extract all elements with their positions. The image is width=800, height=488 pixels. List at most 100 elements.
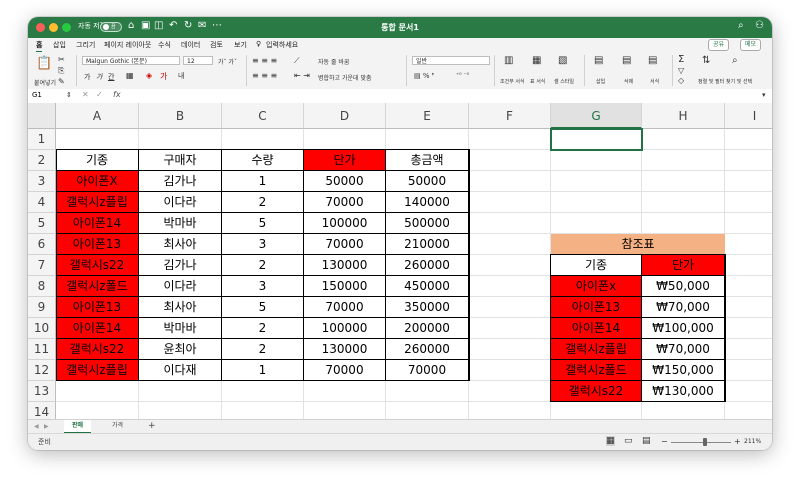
font-size-select[interactable]: 12 bbox=[183, 56, 213, 65]
table-cell[interactable]: 이다라 bbox=[139, 192, 222, 213]
underline-icon[interactable]: 간 bbox=[108, 72, 114, 82]
row-header-4[interactable]: 4 bbox=[28, 192, 56, 213]
delete-cells-icon[interactable]: ▤ bbox=[622, 55, 631, 66]
table-cell[interactable]: 500000 bbox=[386, 213, 469, 234]
table-cell[interactable]: 5 bbox=[222, 213, 304, 234]
ref-cell[interactable]: ₩100,000 bbox=[642, 318, 725, 339]
tab-view[interactable]: 보기 bbox=[234, 40, 247, 50]
column-header-h[interactable]: H bbox=[642, 103, 725, 129]
border-icon[interactable]: ▦ bbox=[126, 71, 134, 80]
row-header-6[interactable]: 6 bbox=[28, 234, 56, 255]
table-cell[interactable]: 이다재 bbox=[139, 360, 222, 381]
table-cell[interactable]: 2 bbox=[222, 255, 304, 276]
active-cell-selection[interactable] bbox=[550, 128, 643, 151]
table-cell[interactable]: 70000 bbox=[386, 360, 469, 381]
table-cell[interactable]: 아이폰13 bbox=[56, 297, 139, 318]
align-left-icon[interactable]: ≡ ≡ ≡ bbox=[252, 71, 277, 80]
ref-cell[interactable]: 아이폰14 bbox=[551, 318, 642, 339]
row-header-9[interactable]: 9 bbox=[28, 297, 56, 318]
align-top-icon[interactable]: ≡ ≡ ≡ bbox=[252, 56, 277, 65]
table-cell[interactable]: 3 bbox=[222, 276, 304, 297]
ref-header-model[interactable]: 기종 bbox=[551, 255, 642, 276]
table-cell[interactable]: 2 bbox=[222, 339, 304, 360]
table-cell[interactable]: 50000 bbox=[304, 171, 386, 192]
table-cell[interactable]: 아이폰X bbox=[56, 171, 139, 192]
header-cell-price[interactable]: 단가 bbox=[304, 150, 386, 171]
table-cell[interactable]: 3 bbox=[222, 234, 304, 255]
page-break-view-icon[interactable]: ▤ bbox=[642, 436, 651, 446]
table-cell[interactable]: 갤럭시s22 bbox=[56, 339, 139, 360]
tab-review[interactable]: 검토 bbox=[210, 40, 223, 50]
tab-insert[interactable]: 삽입 bbox=[53, 40, 66, 50]
table-cell[interactable]: 260000 bbox=[386, 255, 469, 276]
format-painter-icon[interactable]: ✎ bbox=[58, 77, 65, 86]
column-header-i[interactable]: I bbox=[725, 103, 772, 129]
table-cell[interactable]: 아이폰14 bbox=[56, 318, 139, 339]
row-header-10[interactable]: 10 bbox=[28, 318, 56, 339]
header-cell-buyer[interactable]: 구매자 bbox=[139, 150, 222, 171]
name-box[interactable]: G1 bbox=[32, 91, 42, 99]
table-cell[interactable]: 아이폰14 bbox=[56, 213, 139, 234]
fill-icon[interactable]: ▽ bbox=[678, 66, 684, 75]
table-cell[interactable]: 100000 bbox=[304, 213, 386, 234]
name-box-dropdown-icon[interactable]: ⇕ bbox=[66, 91, 72, 99]
table-cell[interactable]: 130000 bbox=[304, 255, 386, 276]
cancel-icon[interactable]: ✕ bbox=[82, 90, 89, 99]
table-cell[interactable]: 350000 bbox=[386, 297, 469, 318]
find-select-icon[interactable]: ⌕ bbox=[732, 55, 738, 66]
row-header-13[interactable]: 13 bbox=[28, 381, 56, 402]
ref-cell[interactable]: 갤럭시z플립 bbox=[551, 339, 642, 360]
normal-view-icon[interactable]: ▦ bbox=[606, 436, 615, 446]
tab-data[interactable]: 데이터 bbox=[181, 40, 200, 50]
account-icon[interactable]: ⚇ bbox=[755, 20, 764, 31]
table-cell[interactable]: 260000 bbox=[386, 339, 469, 360]
accounting-icon[interactable]: ▤ % ❜ bbox=[414, 72, 434, 80]
table-cell[interactable]: 갤럭시z플립 bbox=[56, 192, 139, 213]
row-header-7[interactable]: 7 bbox=[28, 255, 56, 276]
wrap-text-button[interactable]: 자동 줄 바꿈 bbox=[318, 57, 349, 66]
table-cell[interactable]: 70000 bbox=[304, 192, 386, 213]
zoom-out-icon[interactable]: − bbox=[661, 437, 668, 446]
column-header-f[interactable]: F bbox=[469, 103, 551, 129]
table-cell[interactable]: 150000 bbox=[304, 276, 386, 297]
insert-cells-icon[interactable]: ▤ bbox=[594, 55, 603, 66]
zoom-level[interactable]: 211% bbox=[744, 438, 761, 445]
table-cell[interactable]: 갤럭시z플립 bbox=[56, 360, 139, 381]
header-cell-qty[interactable]: 수량 bbox=[222, 150, 304, 171]
row-header-5[interactable]: 5 bbox=[28, 213, 56, 234]
table-cell[interactable]: 박마바 bbox=[139, 318, 222, 339]
header-cell-total[interactable]: 총금액 bbox=[386, 150, 469, 171]
sheet-tab-price[interactable]: 가격 bbox=[104, 420, 131, 432]
function-icon[interactable]: fx bbox=[113, 90, 121, 99]
ref-cell[interactable]: ₩150,000 bbox=[642, 360, 725, 381]
page-layout-view-icon[interactable]: ▭ bbox=[624, 436, 633, 446]
tab-formulas[interactable]: 수식 bbox=[158, 40, 171, 50]
table-cell[interactable]: 50000 bbox=[386, 171, 469, 192]
table-cell[interactable]: 이다라 bbox=[139, 276, 222, 297]
ref-cell[interactable]: 아이폰13 bbox=[551, 297, 642, 318]
ref-cell[interactable]: ₩70,000 bbox=[642, 339, 725, 360]
merge-center-button[interactable]: 병합하고 가운데 맞춤 bbox=[318, 73, 372, 82]
number-format-select[interactable]: 일반 bbox=[412, 56, 490, 65]
row-header-14[interactable]: 14 bbox=[28, 402, 56, 419]
table-cell[interactable]: 2 bbox=[222, 318, 304, 339]
table-cell[interactable]: 1 bbox=[222, 360, 304, 381]
row-header-12[interactable]: 12 bbox=[28, 360, 56, 381]
table-cell[interactable]: 5 bbox=[222, 297, 304, 318]
comments-button[interactable]: 메모 bbox=[740, 39, 762, 51]
row-header-3[interactable]: 3 bbox=[28, 171, 56, 192]
row-header-11[interactable]: 11 bbox=[28, 339, 56, 360]
table-cell[interactable]: 70000 bbox=[304, 234, 386, 255]
table-cell[interactable]: 김가나 bbox=[139, 255, 222, 276]
next-sheet-icon[interactable]: ▶ bbox=[44, 423, 49, 430]
table-cell[interactable]: 김가나 bbox=[139, 171, 222, 192]
table-cell[interactable]: 윤최아 bbox=[139, 339, 222, 360]
font-grow-icon[interactable]: 가ˆ 가ˇ bbox=[218, 57, 237, 66]
table-cell[interactable]: 아이폰13 bbox=[56, 234, 139, 255]
prev-sheet-icon[interactable]: ◀ bbox=[34, 423, 39, 430]
row-header-1[interactable]: 1 bbox=[28, 129, 56, 150]
ref-cell[interactable]: 아이폰x bbox=[551, 276, 642, 297]
copy-icon[interactable]: ⎘ bbox=[58, 66, 64, 76]
tab-draw[interactable]: 그리기 bbox=[76, 40, 95, 50]
paste-icon[interactable]: 📋 bbox=[36, 56, 52, 71]
